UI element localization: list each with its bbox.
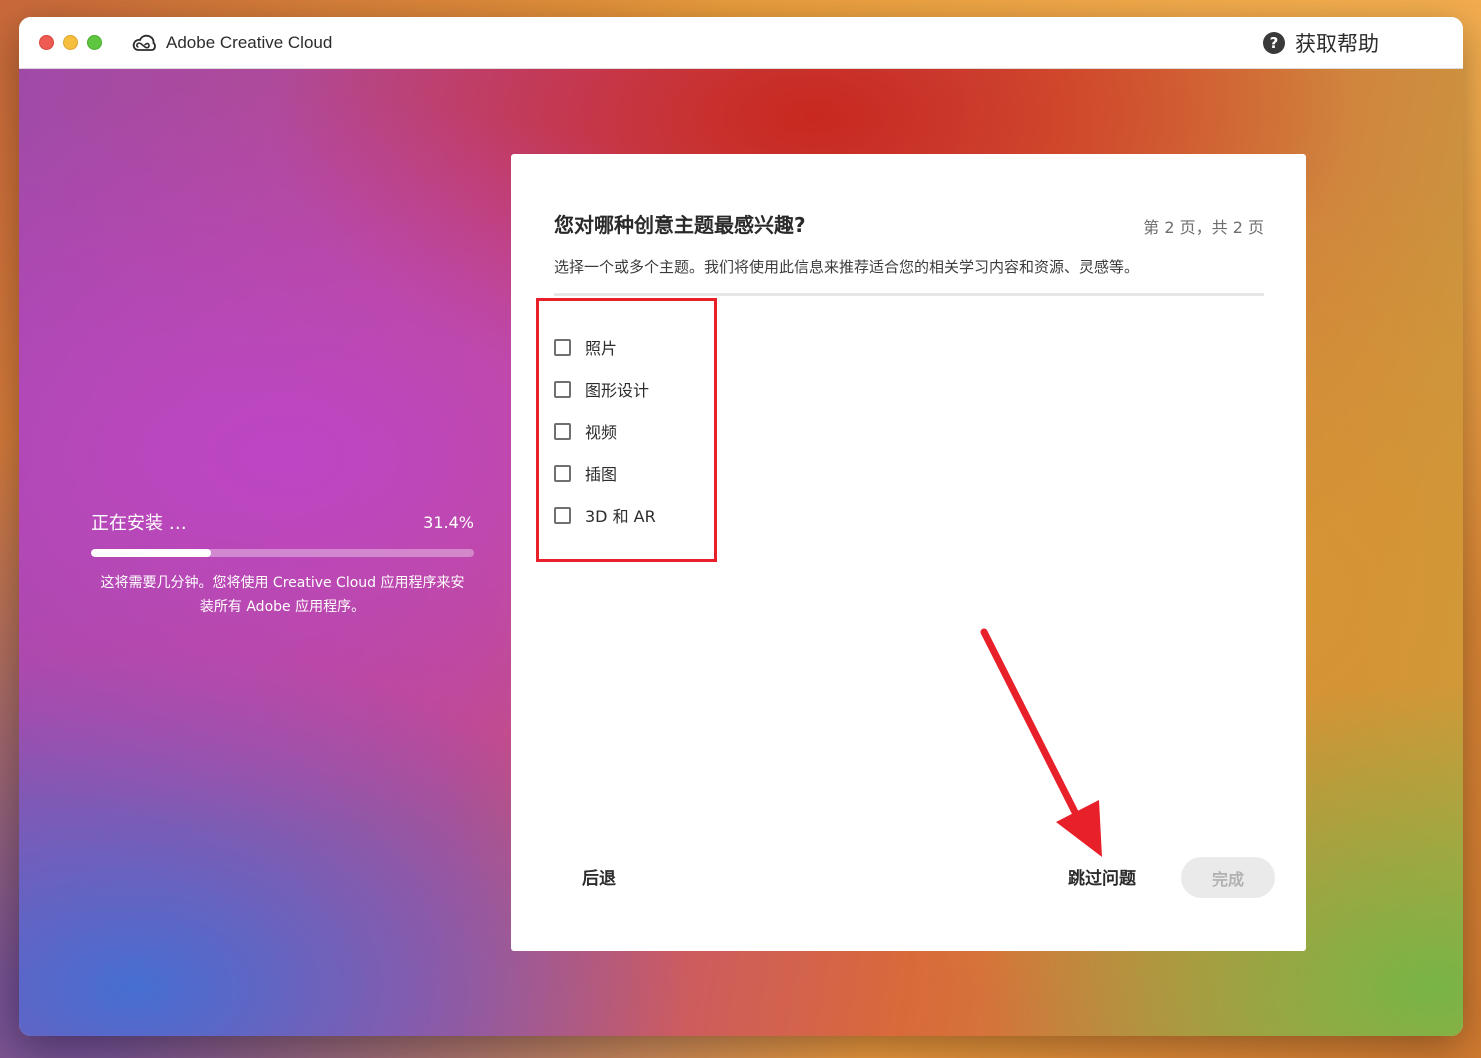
skip-question-button[interactable]: 跳过问题 — [1068, 864, 1136, 889]
install-note: 这将需要几分钟。您将使用 Creative Cloud 应用程序来安装所有 Ad… — [100, 575, 465, 615]
divider — [554, 293, 1264, 296]
page-indicator: 第 2 页，共 2 页 — [1143, 218, 1264, 237]
annotation-highlight-box — [536, 298, 717, 562]
window-controls — [39, 35, 102, 50]
dialog-subtitle: 选择一个或多个主题。我们将使用此信息来推荐适合您的相关学习内容和资源、灵感等。 — [554, 258, 1140, 276]
minimize-window-button[interactable] — [63, 35, 78, 50]
question-mark-icon: ? — [1263, 31, 1285, 54]
install-progress-panel: 正在安装 … 31.4% 这将需要几分钟。您将使用 Creative Cloud… — [91, 509, 474, 619]
help-label: 获取帮助 — [1295, 31, 1379, 56]
close-window-button[interactable] — [39, 35, 54, 50]
install-percent: 31.4% — [423, 512, 474, 532]
install-status-text: 正在安装 … — [91, 513, 187, 534]
interest-dialog: 您对哪种创意主题最感兴趣? 第 2 页，共 2 页 选择一个或多个主题。我们将使… — [511, 154, 1306, 951]
help-button[interactable]: ? 获取帮助 — [1263, 28, 1379, 58]
creative-cloud-logo-icon — [132, 31, 156, 55]
title-bar: Adobe Creative Cloud ? 获取帮助 — [19, 17, 1463, 69]
back-button[interactable]: 后退 — [582, 864, 616, 889]
app-title: Adobe Creative Cloud — [166, 32, 333, 52]
app-window: Adobe Creative Cloud ? 获取帮助 正在安装 … 31.4%… — [19, 17, 1463, 1036]
install-progress-fill — [91, 549, 212, 557]
install-progress-bar — [91, 549, 474, 557]
done-button[interactable]: 完成 — [1181, 857, 1275, 898]
main-content: 正在安装 … 31.4% 这将需要几分钟。您将使用 Creative Cloud… — [19, 69, 1463, 1036]
maximize-window-button[interactable] — [87, 35, 102, 50]
